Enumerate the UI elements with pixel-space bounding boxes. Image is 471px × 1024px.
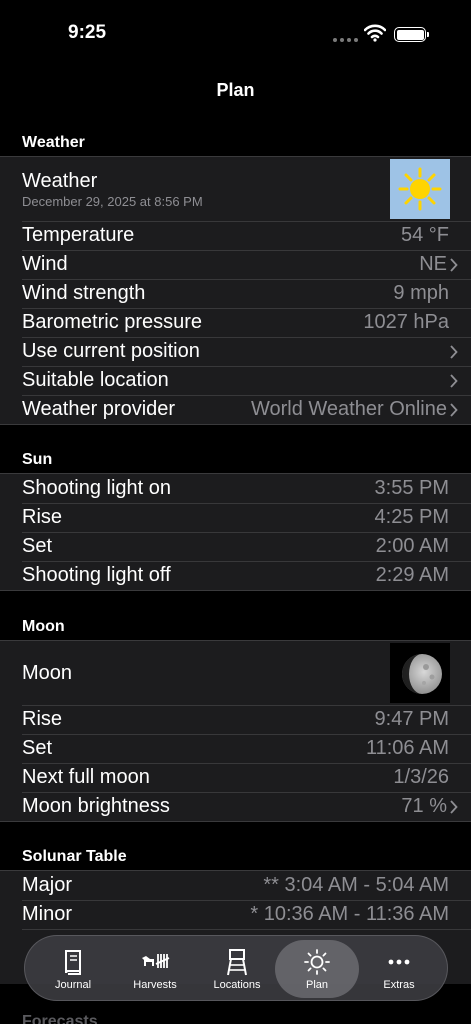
- status-time: 9:25: [68, 22, 107, 43]
- weather-title: Weather: [22, 169, 98, 192]
- sun-set-row: Set 2:00 AM: [0, 532, 471, 561]
- tab-extras[interactable]: Extras: [357, 936, 441, 1002]
- tab-locations-label: Locations: [213, 978, 261, 991]
- section-header-weather: Weather: [22, 134, 85, 151]
- moon-group: Moon Rise 9:47 PM Set 11:06 AM Next full…: [0, 640, 471, 822]
- chevron-right-icon: [450, 257, 458, 272]
- solunar-major-row: Major ** 3:04 AM - 5:04 AM: [0, 871, 471, 900]
- tab-plan[interactable]: Plan: [275, 940, 359, 998]
- shooting-light-off-row: Shooting light off 2:29 AM: [0, 561, 471, 590]
- next-full-moon-row: Next full moon 1/3/26: [0, 763, 471, 792]
- solunar-major-label: Major: [22, 874, 73, 896]
- suitable-location-row[interactable]: Suitable location: [0, 366, 471, 395]
- weather-provider-row[interactable]: Weather provider World Weather Online: [0, 395, 471, 424]
- moon-brightness-label: Moon brightness: [22, 795, 170, 817]
- weather-sun-icon: [390, 159, 450, 219]
- hunting-stand-icon: [227, 948, 247, 975]
- solunar-minor-value: * 10:36 AM - 11:36 AM: [250, 903, 449, 925]
- solunar-major-value: ** 3:04 AM - 5:04 AM: [263, 874, 449, 896]
- barometric-pressure-row[interactable]: Barometric pressure 1027 hPa: [0, 308, 471, 337]
- solunar-minor-row: Minor * 10:36 AM - 11:36 AM: [0, 900, 471, 929]
- sun-group: Shooting light on 3:55 PM Rise 4:25 PM S…: [0, 473, 471, 591]
- weather-timestamp: December 29, 2025 at 8:56 PM: [22, 193, 203, 209]
- next-full-moon-label: Next full moon: [22, 766, 150, 788]
- cellular-signal-icon: [333, 38, 358, 42]
- next-full-moon-value: 1/3/26: [393, 766, 449, 788]
- temperature-value: 54 °F: [400, 224, 449, 246]
- moon-rise-value: 9:47 PM: [374, 708, 449, 730]
- chevron-right-icon: [450, 344, 458, 359]
- sun-rise-value: 4:25 PM: [374, 506, 449, 528]
- wind-row[interactable]: Wind NE: [0, 250, 471, 279]
- section-header-forecasts: Forecasts: [22, 1013, 98, 1024]
- tab-locations[interactable]: Locations: [195, 936, 279, 1002]
- barometric-pressure-value: 1027 hPa: [363, 311, 449, 333]
- tab-journal[interactable]: Journal: [31, 936, 115, 1002]
- shooting-light-off-label: Shooting light off: [22, 564, 171, 586]
- sun-set-value: 2:00 AM: [375, 535, 449, 557]
- moon-brightness-row[interactable]: Moon brightness 71 %: [0, 792, 471, 821]
- moon-set-row: Set 11:06 AM: [0, 734, 471, 763]
- wind-value: NE: [419, 253, 447, 275]
- section-header-sun: Sun: [22, 451, 53, 468]
- tab-harvests[interactable]: Harvests: [113, 936, 197, 1002]
- more-icon: [388, 959, 410, 964]
- moon-summary-row: Moon: [0, 641, 471, 705]
- use-current-position-label: Use current position: [22, 340, 200, 362]
- moon-brightness-value: 71 %: [401, 795, 447, 817]
- tab-extras-label: Extras: [383, 978, 415, 991]
- section-header-moon: Moon: [22, 618, 65, 635]
- moon-title: Moon: [22, 661, 73, 684]
- moon-set-label: Set: [22, 737, 53, 759]
- shooting-light-off-value: 2:29 AM: [375, 564, 449, 586]
- weather-provider-value: World Weather Online: [250, 398, 447, 420]
- weather-group: Weather December 29, 2025 at 8:56 PM Tem…: [0, 156, 471, 425]
- chevron-right-icon: [450, 799, 458, 814]
- wind-strength-row[interactable]: Wind strength 9 mph: [0, 279, 471, 308]
- use-current-position-row[interactable]: Use current position: [0, 337, 471, 366]
- deer-tally-icon: [142, 953, 170, 968]
- wifi-icon: [364, 24, 386, 42]
- tab-journal-label: Journal: [54, 978, 92, 991]
- status-bar: 9:25: [0, 0, 471, 64]
- barometric-pressure-label: Barometric pressure: [22, 311, 203, 333]
- book-icon: [65, 949, 81, 975]
- suitable-location-label: Suitable location: [22, 369, 169, 391]
- tab-bar: Journal Harvests Locations Plan Extras: [24, 935, 448, 1001]
- temperature-label: Temperature: [22, 224, 135, 246]
- sun-rise-row: Rise 4:25 PM: [0, 503, 471, 532]
- tab-harvests-label: Harvests: [133, 978, 177, 991]
- weather-summary-row[interactable]: Weather December 29, 2025 at 8:56 PM: [0, 157, 471, 221]
- moon-rise-row: Rise 9:47 PM: [0, 705, 471, 734]
- moon-set-value: 11:06 AM: [365, 737, 449, 759]
- battery-tip: [427, 32, 429, 37]
- temperature-row[interactable]: Temperature 54 °F: [0, 221, 471, 250]
- tab-plan-label: Plan: [305, 978, 329, 991]
- page-title: Plan: [216, 80, 255, 100]
- wind-label: Wind: [22, 253, 68, 275]
- sun-set-label: Set: [22, 535, 53, 557]
- chevron-right-icon: [450, 373, 458, 388]
- shooting-light-on-row: Shooting light on 3:55 PM: [0, 474, 471, 503]
- battery-icon: [394, 27, 426, 42]
- sun-rise-label: Rise: [22, 506, 63, 528]
- moon-rise-label: Rise: [22, 708, 63, 730]
- chevron-right-icon: [450, 402, 458, 417]
- shooting-light-on-label: Shooting light on: [22, 477, 172, 499]
- wind-strength-label: Wind strength: [22, 282, 146, 304]
- solunar-minor-label: Minor: [22, 903, 73, 925]
- weather-provider-label: Weather provider: [22, 398, 176, 420]
- section-header-solunar: Solunar Table: [22, 848, 127, 865]
- sun-icon: [304, 948, 330, 975]
- moon-phase-icon: [390, 643, 450, 703]
- shooting-light-on-value: 3:55 PM: [374, 477, 449, 499]
- wind-strength-value: 9 mph: [393, 282, 449, 304]
